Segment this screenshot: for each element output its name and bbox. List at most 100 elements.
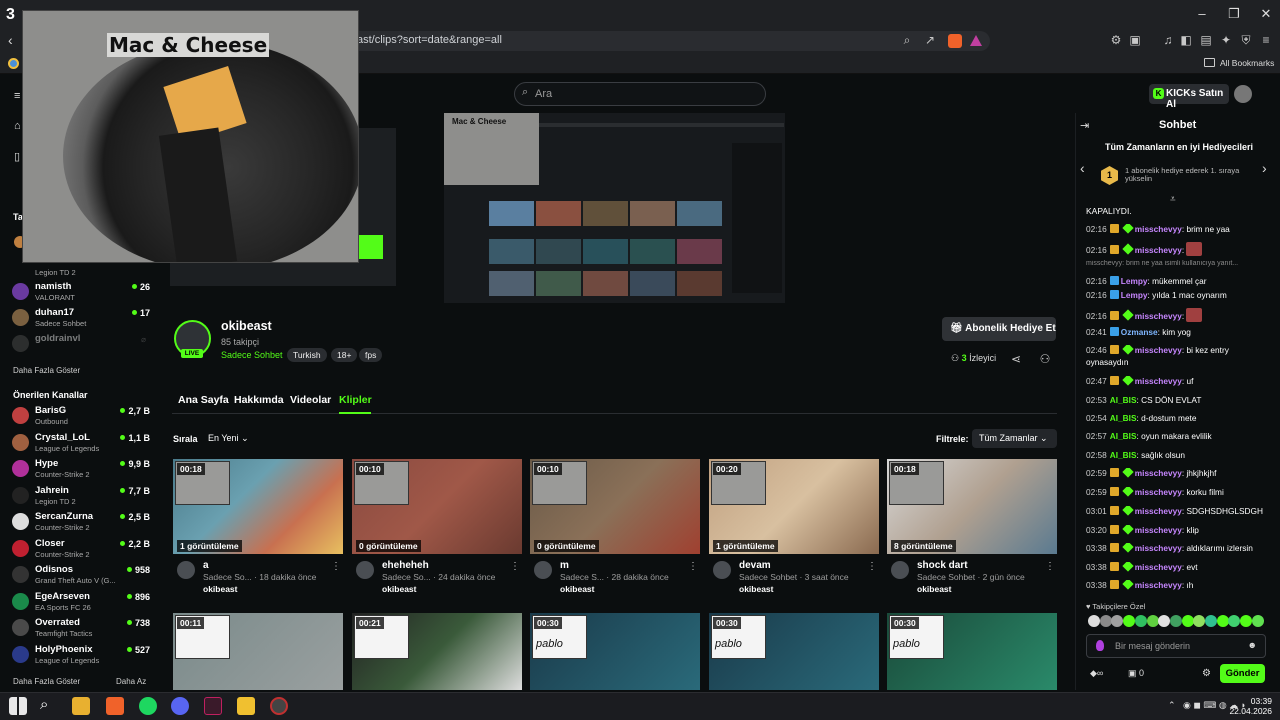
clip-title[interactable]: m: [560, 560, 569, 571]
clip-avatar[interactable]: [534, 561, 552, 579]
recommended-channel[interactable]: Odisnos Grand Theft Auto V (G... 958: [12, 564, 150, 588]
clip-thumbnail[interactable]: 00:18 8 görüntüleme: [887, 459, 1057, 554]
clip-thumbnail[interactable]: 00:11: [173, 613, 343, 690]
tab-home[interactable]: Ana Sayfa: [178, 394, 229, 406]
brave-shield-icon[interactable]: [948, 34, 962, 48]
clip-title[interactable]: shock dart: [917, 560, 968, 571]
close-icon[interactable]: ✕: [1256, 6, 1276, 22]
clip-card[interactable]: 00:10 0 görüntüleme m Sadece S... · 28 d…: [530, 459, 700, 599]
message-username[interactable]: AI_BIS: [1110, 450, 1137, 460]
emote-icon[interactable]: [1134, 615, 1147, 627]
app-icon[interactable]: [204, 697, 222, 715]
clip-thumbnail[interactable]: 00:18 1 görüntüleme: [173, 459, 343, 554]
clip-avatar[interactable]: [356, 561, 374, 579]
tray-chevron-icon[interactable]: ⌃: [1168, 700, 1176, 711]
message-username[interactable]: misschevyy: [1135, 543, 1182, 553]
wallet-icon[interactable]: ▤: [1198, 33, 1214, 47]
recommended-channel[interactable]: EgeArseven EA Sports FC 26 896: [12, 591, 150, 615]
show-more-recommended[interactable]: Daha Fazla Göster: [13, 677, 80, 686]
message-username[interactable]: misschevyy: [1135, 245, 1182, 255]
sort-dropdown[interactable]: En Yeni ⌄: [201, 429, 257, 448]
sidebar-menu-icon[interactable]: ≡: [14, 90, 20, 102]
emote-icon[interactable]: [1088, 615, 1100, 627]
app-icon-2[interactable]: [237, 697, 255, 715]
message-username[interactable]: misschevyy: [1135, 506, 1182, 516]
message-username[interactable]: AI_BIS: [1110, 413, 1137, 423]
clip-thumbnail[interactable]: 00:21: [352, 613, 522, 690]
recommended-channel[interactable]: Overrated Teamfight Tactics 738: [12, 617, 150, 641]
message-username[interactable]: misschevyy: [1135, 376, 1182, 386]
clip-card[interactable]: 00:18 8 görüntüleme shock dart Sadece So…: [887, 459, 1057, 599]
clip-thumbnail[interactable]: 00:30 pablo: [887, 613, 1057, 690]
music-icon[interactable]: ♫: [1160, 33, 1176, 47]
message-username[interactable]: misschevyy: [1135, 224, 1182, 234]
recommended-channel[interactable]: Crystal_LoL League of Legends 1,1 B: [12, 432, 150, 456]
bookmark-favicon-icon[interactable]: [8, 58, 19, 69]
spotify-icon[interactable]: [139, 697, 157, 715]
menu-icon[interactable]: ≡: [1258, 33, 1274, 47]
show-less[interactable]: Daha Az: [116, 677, 146, 686]
windows-start-icon[interactable]: [9, 697, 27, 715]
tag-fps[interactable]: fps: [359, 348, 383, 362]
recommended-channel[interactable]: Closer Counter-Strike 2 2,2 B: [12, 538, 150, 562]
message-username[interactable]: Lempy: [1121, 290, 1148, 300]
show-more-following[interactable]: Daha Fazla Göster: [13, 366, 80, 375]
clip-avatar[interactable]: [891, 561, 909, 579]
browse-icon[interactable]: ▯: [14, 150, 20, 163]
emote-icon[interactable]: [1146, 615, 1159, 627]
clip-avatar[interactable]: [713, 561, 731, 579]
share-icon[interactable]: ↗: [922, 33, 938, 47]
sidebar-channel[interactable]: goldrainvl ⌀: [12, 333, 150, 357]
more-options-icon[interactable]: ⋮: [688, 561, 698, 572]
emote-icon[interactable]: [1205, 615, 1217, 627]
file-explorer-icon[interactable]: [72, 697, 90, 715]
message-username[interactable]: misschevyy: [1135, 525, 1182, 535]
stream-preview[interactable]: Mac & Cheese: [444, 113, 785, 303]
sidebar-channel[interactable]: duhan17 Sadece Sohbet 17: [12, 307, 150, 331]
screenshot-icon[interactable]: ▣: [1127, 33, 1143, 47]
recommended-channel[interactable]: SercanZurna Counter-Strike 2 2,5 B: [12, 511, 150, 535]
emote-icon[interactable]: [1216, 615, 1229, 627]
search-input[interactable]: ⌕ Ara: [514, 82, 766, 106]
clip-channel[interactable]: okibeast: [560, 584, 595, 594]
obs-icon[interactable]: [270, 697, 288, 715]
home-icon[interactable]: ⌂: [14, 120, 21, 132]
message-username[interactable]: misschevyy: [1135, 468, 1182, 478]
message-username[interactable]: misschevyy: [1135, 562, 1182, 572]
leo-ai-icon[interactable]: ✦: [1218, 33, 1234, 47]
sidebar-channel[interactable]: namisth VALORANT 26: [12, 281, 150, 305]
more-options-icon[interactable]: ⋮: [1045, 561, 1055, 572]
recommended-channel[interactable]: Hype Counter-Strike 2 9,9 B: [12, 458, 150, 482]
message-username[interactable]: AI_BIS: [1110, 431, 1137, 441]
clip-title[interactable]: eheheheh: [382, 560, 429, 571]
chevron-right-icon[interactable]: ›: [1262, 160, 1267, 176]
clip-card[interactable]: 00:18 1 görüntüleme a Sadece So... · 18 …: [173, 459, 343, 599]
emote-icon[interactable]: [1169, 615, 1182, 627]
clip-thumbnail[interactable]: 00:20 1 görüntüleme: [709, 459, 879, 554]
user-avatar[interactable]: [1234, 85, 1252, 103]
send-button[interactable]: Gönder: [1220, 664, 1265, 683]
maximize-icon[interactable]: ❐: [1224, 6, 1244, 22]
chat-input[interactable]: Bir mesaj gönderin ☻: [1086, 634, 1266, 658]
clip-title[interactable]: a: [203, 560, 209, 571]
clip-channel[interactable]: okibeast: [203, 584, 238, 594]
taskbar-clock[interactable]: 03:39 22.04.2026: [1228, 696, 1272, 716]
picture-in-picture-video[interactable]: Mac & Cheese: [22, 10, 359, 263]
all-bookmarks[interactable]: All Bookmarks: [1220, 58, 1274, 68]
brave-rewards-icon[interactable]: [970, 35, 982, 46]
clip-channel[interactable]: okibeast: [382, 584, 417, 594]
more-options-icon[interactable]: ⋮: [331, 561, 341, 572]
clip-channel[interactable]: okibeast: [917, 584, 952, 594]
clip-card[interactable]: 00:20 1 görüntüleme devam Sadece Sohbet …: [709, 459, 879, 599]
channel-name[interactable]: okibeast: [221, 319, 272, 333]
clip-thumbnail[interactable]: 00:10 0 görüntüleme: [530, 459, 700, 554]
brave-icon[interactable]: [106, 697, 124, 715]
clip-thumbnail[interactable]: 00:30 pablo: [709, 613, 879, 690]
message-username[interactable]: misschevyy: [1135, 580, 1182, 590]
tag-mature[interactable]: 18+: [331, 348, 358, 362]
discord-icon[interactable]: [171, 697, 189, 715]
emote-icon[interactable]: [1123, 615, 1136, 627]
clip-thumbnail[interactable]: 00:10 0 görüntüleme: [352, 459, 522, 554]
sidebar-toggle-icon[interactable]: ◧: [1178, 33, 1194, 47]
vpn-icon[interactable]: ⛨: [1238, 33, 1254, 48]
